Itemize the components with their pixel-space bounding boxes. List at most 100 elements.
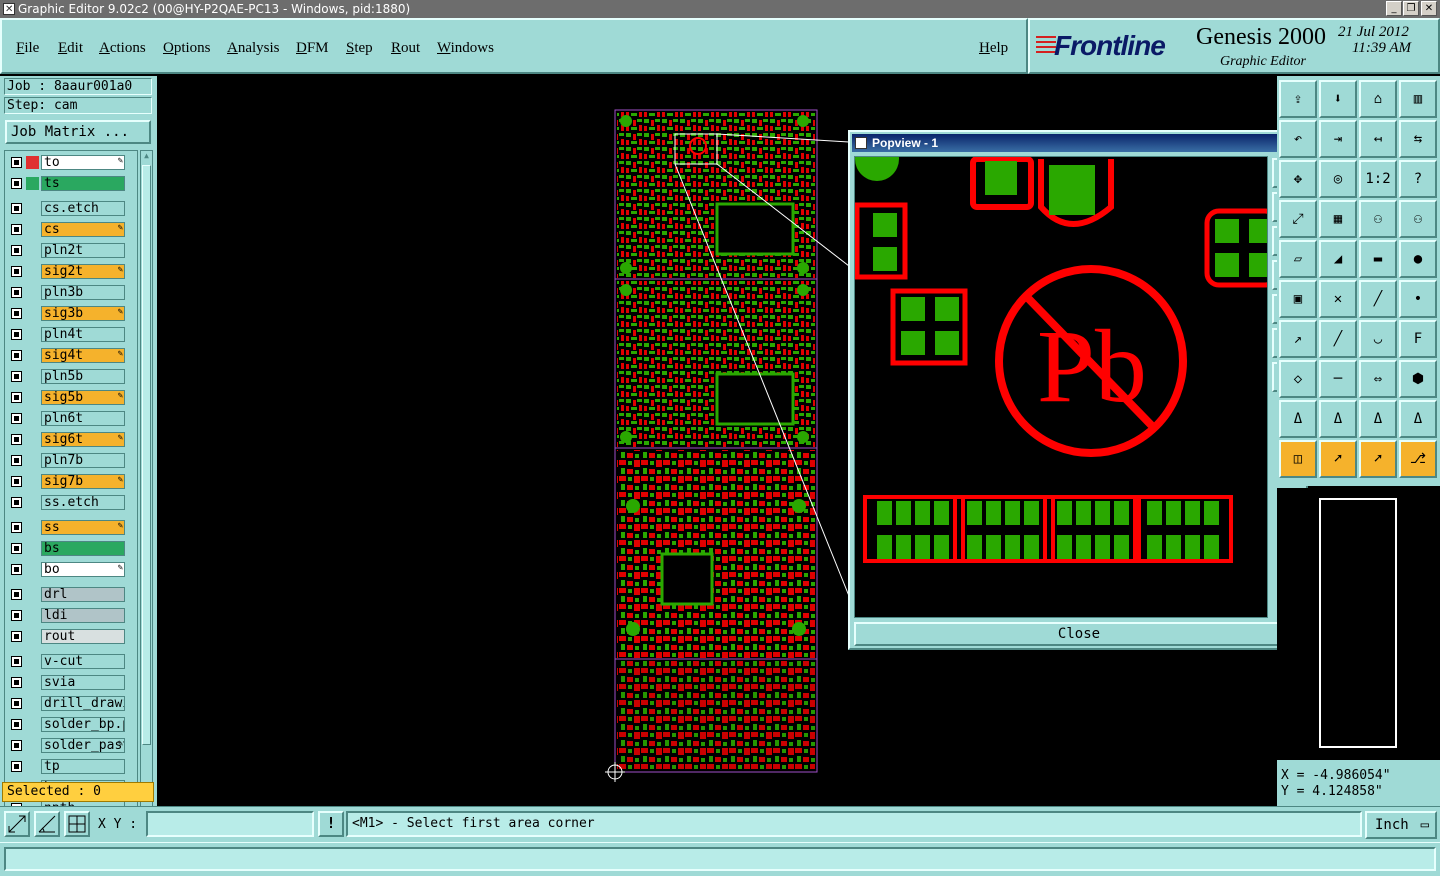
layer-name[interactable]: sig6t	[41, 432, 125, 447]
layer-row-cs-etch[interactable]: cs.etch	[7, 201, 127, 216]
layer-row-rout[interactable]: rout	[7, 629, 127, 644]
layer-name[interactable]: ss.etch	[41, 495, 125, 510]
panel-icon[interactable]: ▱	[1279, 240, 1317, 278]
layer-checkbox[interactable]	[11, 543, 22, 554]
undo-icon[interactable]: ↶	[1279, 120, 1317, 158]
ruler-icon[interactable]: ▬	[1359, 240, 1397, 278]
color-icon[interactable]: ◢	[1319, 240, 1357, 278]
layer-row-pln2t[interactable]: pln2t	[7, 243, 127, 258]
layer-name[interactable]: sig2t	[41, 264, 125, 279]
layer-name[interactable]: sig3b	[41, 306, 125, 321]
layer-row-sig3b[interactable]: sig3b ✎	[7, 306, 127, 321]
home-icon[interactable]: ⌂	[1359, 80, 1397, 118]
layer-row-to[interactable]: to ✎	[7, 155, 127, 170]
split-view-icon[interactable]: ▥	[1399, 80, 1437, 118]
layer-checkbox[interactable]	[11, 740, 22, 751]
layer-row-pln7b[interactable]: pln7b	[7, 453, 127, 468]
layer-row-bo[interactable]: bo ✎	[7, 562, 127, 577]
text-icon[interactable]: F	[1399, 320, 1437, 358]
layer-checkbox[interactable]	[11, 329, 22, 340]
layer-checkbox[interactable]	[11, 224, 22, 235]
scale-icon[interactable]: 1:2	[1359, 160, 1397, 198]
layer-row-drl[interactable]: drl	[7, 587, 127, 602]
layer-checkbox[interactable]	[11, 522, 22, 533]
layer-row-sig5b[interactable]: sig5b ✎	[7, 390, 127, 405]
export-icon[interactable]: ⇪	[1279, 80, 1317, 118]
grid-icon[interactable]: ▦	[1319, 200, 1357, 238]
menu-windows[interactable]: Windows	[437, 40, 494, 57]
grid-icon[interactable]	[64, 811, 90, 837]
layer-name[interactable]: bo	[41, 562, 125, 577]
layer-checkbox[interactable]	[11, 761, 22, 772]
layer-name[interactable]: v-cut	[41, 654, 125, 669]
layer-name[interactable]: rout	[41, 629, 125, 644]
layer-name[interactable]: cs.etch	[41, 201, 125, 216]
layer-name[interactable]: pln3b	[41, 285, 125, 300]
layer-checkbox[interactable]	[11, 656, 22, 667]
pointer-icon[interactable]: ➚	[1359, 440, 1397, 478]
layer-list-scrollbar[interactable]: ▲ ▼	[140, 150, 153, 854]
line-icon[interactable]: ╱	[1319, 320, 1357, 358]
menu-step[interactable]: Step	[346, 40, 373, 57]
layer-row-solder-past[interactable]: solder_past ✎	[7, 738, 127, 753]
point-tool-icon[interactable]: •	[1399, 280, 1437, 318]
layer-row-drill-drawin[interactable]: drill_drawin	[7, 696, 127, 711]
surface2-icon[interactable]: Δ	[1319, 400, 1357, 438]
download-icon[interactable]: ⬇	[1319, 80, 1357, 118]
redraw-icon[interactable]: ⇆	[1399, 120, 1437, 158]
flip-icon[interactable]: ◫	[1279, 440, 1317, 478]
layer-name[interactable]: solder_past	[41, 738, 125, 753]
menu-file[interactable]: File	[16, 40, 39, 57]
popview-titlebar[interactable]: Popview - 1 ✕	[852, 134, 1304, 152]
layer-name[interactable]: pln7b	[41, 453, 125, 468]
layer-name[interactable]: bs	[41, 541, 125, 556]
layer-checkbox[interactable]	[11, 589, 22, 600]
layer-row-cs[interactable]: cs ✎	[7, 222, 127, 237]
minus-icon[interactable]: ─	[1319, 360, 1357, 398]
layer-checkbox[interactable]	[11, 178, 22, 189]
layer-row-pln3b[interactable]: pln3b	[7, 285, 127, 300]
unit-selector[interactable]: Inch ▭	[1365, 811, 1437, 839]
layer-checkbox[interactable]	[11, 308, 22, 319]
layer-checkbox[interactable]	[11, 698, 22, 709]
pan-icon[interactable]: ✥	[1279, 160, 1317, 198]
resize-icon[interactable]: ⇔	[1359, 360, 1397, 398]
layer-name[interactable]: solder_bp.pl	[41, 717, 125, 732]
layer-name[interactable]: ts	[41, 176, 125, 191]
scroll-up-icon[interactable]: ▲	[141, 151, 152, 163]
layer-checkbox[interactable]	[11, 287, 22, 298]
layer-row-tp[interactable]: tp	[7, 759, 127, 774]
job-matrix-button[interactable]: Job Matrix ...	[5, 120, 151, 144]
layer-row-sig2t[interactable]: sig2t ✎	[7, 264, 127, 279]
layer-checkbox[interactable]	[11, 476, 22, 487]
layer-checkbox[interactable]	[11, 564, 22, 575]
popview-canvas[interactable]: Pb	[854, 156, 1268, 618]
move-icon[interactable]: ◇	[1279, 360, 1317, 398]
layer-checkbox[interactable]	[11, 413, 22, 424]
layer-checkbox[interactable]	[11, 392, 22, 403]
center-icon[interactable]: ◎	[1319, 160, 1357, 198]
layer-row-solder-bp-pl[interactable]: solder_bp.pl	[7, 717, 127, 732]
layer-row-ss-etch[interactable]: ss.etch	[7, 495, 127, 510]
layer-checkbox[interactable]	[11, 610, 22, 621]
layer-name[interactable]: pln4t	[41, 327, 125, 342]
layer-checkbox[interactable]	[11, 203, 22, 214]
layer-checkbox[interactable]	[11, 245, 22, 256]
layer-checkbox[interactable]	[11, 350, 22, 361]
layer-row-sig4t[interactable]: sig4t ✎	[7, 348, 127, 363]
menu-options[interactable]: Options	[163, 40, 211, 57]
layer-name[interactable]: sig7b	[41, 474, 125, 489]
menu-actions[interactable]: Actions	[99, 40, 146, 57]
layer-name[interactable]: drl	[41, 587, 125, 602]
layer-name[interactable]: svia	[41, 675, 125, 690]
maximize-button[interactable]: ❐	[1403, 1, 1419, 16]
layer-row-ss[interactable]: ss ✎	[7, 520, 127, 535]
layer-row-svia[interactable]: svia	[7, 675, 127, 690]
close-window-button[interactable]: ✕	[1421, 1, 1437, 16]
layer-name[interactable]: sig4t	[41, 348, 125, 363]
layer-name[interactable]: pln5b	[41, 369, 125, 384]
layer-name[interactable]: pln2t	[41, 243, 125, 258]
layer-name[interactable]: ldi	[41, 608, 125, 623]
layer-name[interactable]: ss	[41, 520, 125, 535]
snap-icon[interactable]	[4, 811, 30, 837]
